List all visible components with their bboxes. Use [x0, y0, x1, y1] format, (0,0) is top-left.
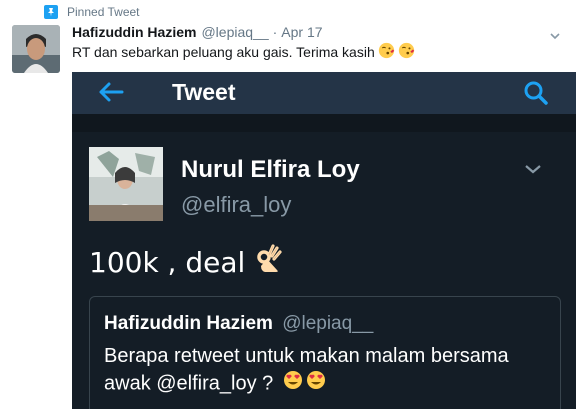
- screenshot-avatar: [89, 147, 163, 221]
- tweet-media-image[interactable]: Tweet Nurul Elfira Loy @elfira_loy 100k …: [72, 72, 576, 409]
- chevron-down-icon[interactable]: [550, 27, 560, 43]
- pin-icon: [44, 5, 58, 19]
- pinned-label: Pinned Tweet: [67, 5, 140, 19]
- author-handle[interactable]: @lepiaq__: [201, 24, 268, 40]
- quoted-tweet-card: Hafizuddin Haziem @lepiaq__ Berapa retwe…: [89, 296, 561, 409]
- tweet-text: RT dan sebarkan peluang aku gais. Terima…: [72, 42, 415, 62]
- heart-eyes-emoji: [306, 370, 326, 398]
- screenshot-title: Tweet: [172, 79, 236, 105]
- back-arrow-icon: [98, 81, 124, 108]
- author-name[interactable]: Hafizuddin Haziem: [72, 24, 196, 40]
- quoted-author-name: Hafizuddin Haziem: [104, 313, 273, 334]
- ok-hand-emoji: [253, 244, 283, 281]
- screenshot-author-name: Nurul Elfira Loy: [181, 156, 360, 183]
- tweet-text-body: RT dan sebarkan peluang aku gais. Terima…: [72, 44, 375, 60]
- chevron-down-icon: [524, 162, 542, 180]
- tweet-timestamp[interactable]: Apr 17: [281, 24, 322, 40]
- kissing-face-emoji: [398, 42, 415, 62]
- heart-eyes-emoji: [283, 370, 303, 398]
- separator-dot: ·: [272, 24, 278, 40]
- screenshot-tweet-body: 100k , deal: [89, 246, 246, 279]
- screenshot-author-handle: @elfira_loy: [181, 192, 292, 217]
- screenshot-tweet-text: 100k , deal: [89, 244, 283, 281]
- search-icon: [523, 80, 549, 111]
- avatar[interactable]: [12, 25, 60, 73]
- kissing-face-emoji: [378, 42, 395, 62]
- quoted-tweet-header: Hafizuddin Haziem @lepiaq__: [104, 313, 373, 335]
- tweet-header: Hafizuddin Haziem @lepiaq__ · Apr 17: [72, 24, 566, 42]
- screenshot-header-bar: Tweet: [72, 72, 576, 114]
- quoted-author-handle: @lepiaq__: [282, 313, 374, 334]
- pinned-indicator: Pinned Tweet: [44, 4, 140, 20]
- screenshot-divider: [72, 114, 576, 132]
- quoted-tweet-text: Berapa retweet untuk makan malam bersama…: [104, 343, 544, 398]
